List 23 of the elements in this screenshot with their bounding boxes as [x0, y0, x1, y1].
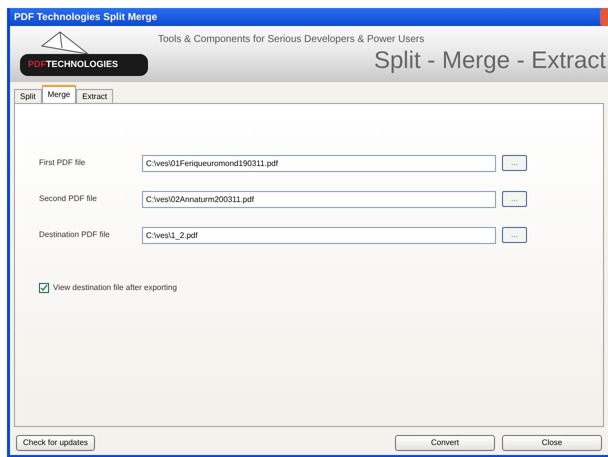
window-title: PDF Technologies Split Merge [14, 10, 158, 24]
browse-button[interactable]: ... [502, 155, 527, 171]
field-label: Destination PDF file [39, 229, 111, 241]
checkbox[interactable] [39, 283, 49, 293]
tagline: Tools & Components for Serious Developers & Power Users [158, 33, 426, 47]
tab[interactable]: Merge [42, 85, 76, 103]
tab[interactable]: Split [14, 89, 42, 103]
file-path-field[interactable]: C:\ves\01Feriqueuromond190311.pdf [142, 154, 496, 172]
tab[interactable]: Extract [76, 89, 114, 103]
check-icon [40, 284, 48, 292]
browse-button[interactable]: ... [502, 227, 527, 243]
check-updates-button[interactable]: Check for updates [16, 435, 95, 451]
banner-heading: Split - Merge - Extract [374, 49, 606, 73]
dialog-button[interactable]: Convert [395, 435, 495, 451]
file-path-field[interactable]: C:\ves\02Annaturm200311.pdf [142, 190, 496, 208]
browse-button[interactable]: ... [502, 191, 527, 207]
field-label: Second PDF file [39, 193, 98, 205]
field-label: First PDF file [39, 157, 86, 169]
paper-plane-icon [40, 30, 90, 56]
file-path-field[interactable]: C:\ves\1_2.pdf [142, 226, 496, 244]
logo: PDFTECHNOLOGIES [20, 54, 148, 76]
checkbox-label: View destination file after exporting [53, 282, 177, 294]
dialog-button[interactable]: Close [502, 435, 602, 451]
